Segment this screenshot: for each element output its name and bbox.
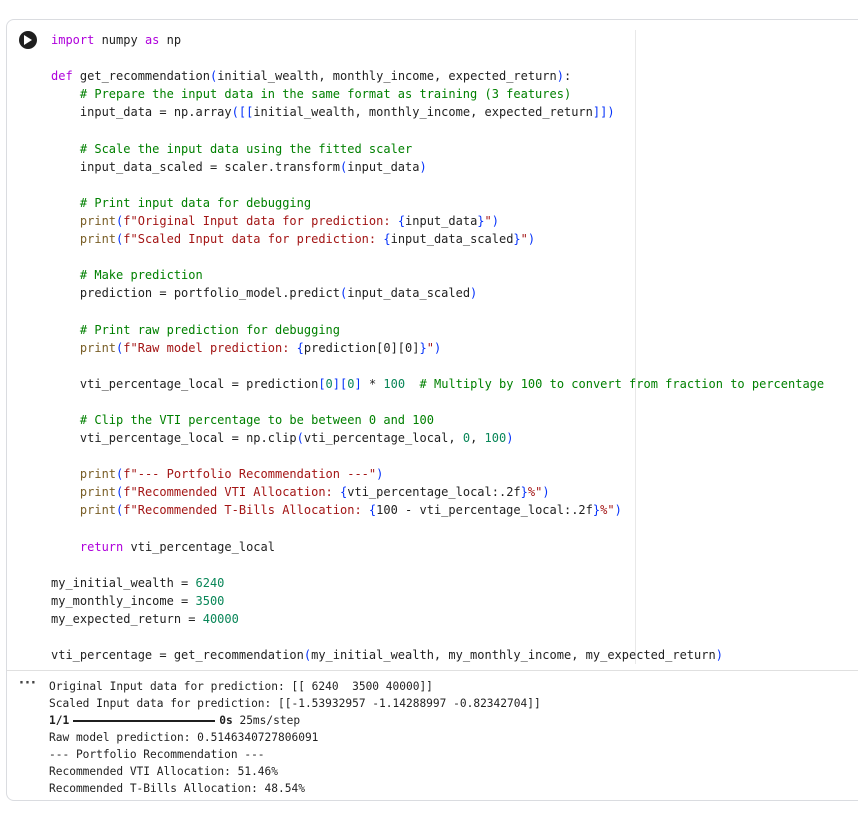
code-line[interactable]: ​	[51, 357, 824, 375]
output-line: Recommended VTI Allocation: 51.46%	[49, 765, 279, 778]
code-line[interactable]: print(f"Original Input data for predicti…	[51, 212, 824, 230]
code-line[interactable]: return vti_percentage_local	[51, 538, 824, 556]
code-line[interactable]: # Scale the input data using the fitted …	[51, 140, 824, 158]
code-line[interactable]: ​	[51, 248, 824, 266]
code-line[interactable]: prediction = portfolio_model.predict(inp…	[51, 284, 824, 302]
code-line[interactable]: ​	[51, 520, 824, 538]
output-line: Scaled Input data for prediction: [[-1.5…	[49, 697, 541, 710]
code-line[interactable]: print(f"--- Portfolio Recommendation ---…	[51, 465, 824, 483]
cell-output: Original Input data for prediction: [[ 6…	[49, 678, 541, 797]
ellipsis-icon: ···	[19, 676, 37, 691]
run-cell-button[interactable]	[19, 31, 37, 49]
code-line[interactable]: vti_percentage_local = prediction[0][0] …	[51, 375, 824, 393]
code-line[interactable]: input_data_scaled = scaler.transform(inp…	[51, 158, 824, 176]
code-line[interactable]: vti_percentage = get_recommendation(my_i…	[51, 646, 824, 664]
code-editor[interactable]: import numpy as np​def get_recommendatio…	[51, 31, 824, 664]
code-line[interactable]: input_data = np.array([[initial_wealth, …	[51, 103, 824, 121]
code-line[interactable]: # Print raw prediction for debugging	[51, 321, 824, 339]
code-line[interactable]: ​	[51, 447, 824, 465]
code-line[interactable]: def get_recommendation(initial_wealth, m…	[51, 67, 824, 85]
output-menu-button[interactable]: ···	[19, 676, 37, 693]
code-line[interactable]: ​	[51, 556, 824, 574]
progress-line: 1/1 0s 25ms/step	[49, 712, 541, 729]
code-line[interactable]: ​	[51, 393, 824, 411]
output-line: --- Portfolio Recommendation ---	[49, 748, 265, 761]
code-line[interactable]: # Clip the VTI percentage to be between …	[51, 411, 824, 429]
progress-step: 1/1	[49, 714, 70, 727]
code-line[interactable]: print(f"Recommended T-Bills Allocation: …	[51, 501, 824, 519]
play-icon	[24, 35, 32, 45]
code-line[interactable]: ​	[51, 628, 824, 646]
code-line[interactable]: vti_percentage_local = np.clip(vti_perce…	[51, 429, 824, 447]
code-line[interactable]: ​	[51, 121, 824, 139]
code-line[interactable]: my_expected_return = 40000	[51, 610, 824, 628]
code-line[interactable]: my_monthly_income = 3500	[51, 592, 824, 610]
output-line: Recommended T-Bills Allocation: 48.54%	[49, 782, 305, 795]
code-line[interactable]: ​	[51, 176, 824, 194]
output-line: Original Input data for prediction: [[ 6…	[49, 680, 433, 693]
code-line[interactable]: ​	[51, 49, 824, 67]
progress-rate: 25ms/step	[239, 714, 301, 727]
code-line[interactable]: print(f"Raw model prediction: {predictio…	[51, 339, 824, 357]
code-line[interactable]: # Print input data for debugging	[51, 194, 824, 212]
code-line[interactable]: my_initial_wealth = 6240	[51, 574, 824, 592]
code-line[interactable]: ​	[51, 302, 824, 320]
code-line[interactable]: # Prepare the input data in the same for…	[51, 85, 824, 103]
code-line[interactable]: print(f"Recommended VTI Allocation: {vti…	[51, 483, 824, 501]
output-line: Raw model prediction: 0.5146340727806091	[49, 731, 319, 744]
progress-timing: 0s	[219, 714, 233, 727]
code-line[interactable]: import numpy as np	[51, 31, 824, 49]
code-line[interactable]: print(f"Scaled Input data for prediction…	[51, 230, 824, 248]
progress-bar	[73, 720, 216, 722]
output-divider	[7, 670, 858, 671]
code-line[interactable]: # Make prediction	[51, 266, 824, 284]
